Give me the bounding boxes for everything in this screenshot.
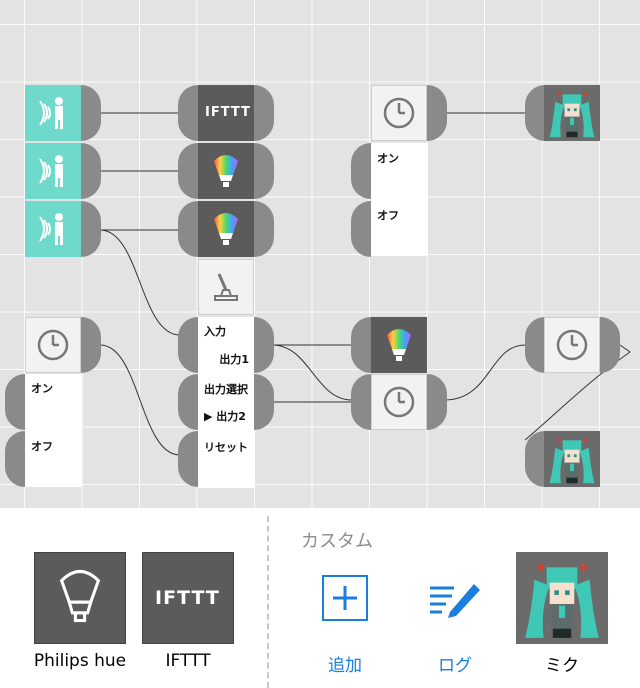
- on-label: オン: [31, 382, 53, 395]
- timer-output-pane: オン オフ: [25, 374, 82, 487]
- miku-character-icon: [544, 85, 600, 141]
- input-port[interactable]: [351, 143, 371, 199]
- input-port[interactable]: [178, 85, 198, 141]
- timer-block[interactable]: [25, 317, 81, 373]
- motion-sensor-icon: [39, 154, 64, 188]
- miku-character-icon: [516, 552, 608, 644]
- miku-block[interactable]: [544, 431, 600, 487]
- timer-block[interactable]: [371, 85, 427, 141]
- block-canvas[interactable]: オン オフ IFTTT 入力 出力1 出力選択 ▶ 出力2 リセット オン オフ: [0, 0, 640, 508]
- hue-bulb-icon: [214, 213, 238, 245]
- miku-block[interactable]: [544, 85, 600, 141]
- hue-bulb-block[interactable]: [198, 143, 254, 199]
- reset-label: リセット: [204, 441, 248, 454]
- palette-divider: [267, 516, 269, 688]
- input-port[interactable]: [5, 374, 25, 430]
- timer-output-pane: オン オフ: [371, 143, 428, 256]
- add-plus-icon: [333, 586, 357, 610]
- input-port[interactable]: [351, 374, 371, 430]
- block-palette: カスタム Philips hue IFTTT IFTTT 追加 ログ ミク: [0, 508, 640, 688]
- clock-icon: [383, 97, 415, 129]
- input-label: 入力: [204, 325, 226, 338]
- motion-sensor-block[interactable]: [25, 85, 81, 141]
- motion-sensor-icon: [39, 212, 64, 246]
- add-button[interactable]: [322, 575, 368, 621]
- input-port[interactable]: [5, 431, 25, 487]
- hue-bulb-block[interactable]: [198, 201, 254, 257]
- ifttt-block[interactable]: IFTTT: [198, 85, 254, 141]
- palette-label-philips-hue: Philips hue: [33, 651, 127, 671]
- hue-bulb-block[interactable]: [371, 317, 427, 373]
- motion-sensor-icon: [39, 96, 64, 130]
- input-port[interactable]: [525, 317, 545, 373]
- clock-icon: [556, 329, 588, 361]
- motion-sensor-block[interactable]: [25, 143, 81, 199]
- hue-bulb-icon: [387, 329, 411, 361]
- input-port[interactable]: [351, 201, 371, 257]
- timer-block[interactable]: [544, 317, 600, 373]
- on-label: オン: [377, 152, 399, 165]
- palette-label-ifttt: IFTTT: [165, 651, 211, 671]
- palette-label-add[interactable]: 追加: [285, 651, 405, 676]
- input-port[interactable]: [178, 201, 198, 257]
- miku-character-icon: [544, 431, 600, 487]
- output2-label: ▶ 出力2: [204, 410, 246, 423]
- ifttt-logo-icon: IFTTT: [155, 587, 220, 609]
- palette-item-philips-hue[interactable]: [34, 552, 126, 644]
- output-select-label: 出力選択: [204, 383, 248, 396]
- input-port[interactable]: [351, 317, 371, 373]
- switch-control-pane: 入力 出力1 出力選択 ▶ 出力2 リセット: [198, 317, 255, 488]
- toggle-switch-icon: [214, 273, 238, 301]
- hue-bulb-icon: [214, 155, 238, 187]
- hue-bulb-icon: [60, 569, 100, 623]
- switch-block[interactable]: [198, 259, 254, 315]
- palette-item-ifttt[interactable]: IFTTT: [142, 552, 234, 644]
- clock-icon: [383, 386, 415, 418]
- log-edit-icon: [430, 584, 480, 618]
- log-button[interactable]: [428, 578, 482, 620]
- input-port[interactable]: [525, 431, 545, 487]
- clock-icon: [37, 329, 69, 361]
- output1-label: 出力1: [219, 353, 249, 366]
- timer-block[interactable]: [371, 374, 427, 430]
- off-label: オフ: [377, 209, 399, 222]
- input-port[interactable]: [178, 374, 198, 430]
- input-port[interactable]: [178, 431, 198, 487]
- input-port[interactable]: [178, 143, 198, 199]
- input-port[interactable]: [525, 85, 545, 141]
- custom-section-title: カスタム: [301, 531, 373, 552]
- ifttt-logo-icon: IFTTT: [205, 105, 251, 120]
- palette-label-log[interactable]: ログ: [395, 651, 515, 676]
- motion-sensor-block[interactable]: [25, 201, 81, 257]
- palette-label-miku: ミク: [545, 656, 579, 676]
- palette-item-miku[interactable]: [516, 552, 608, 644]
- off-label: オフ: [31, 440, 53, 453]
- input-port[interactable]: [178, 317, 198, 373]
